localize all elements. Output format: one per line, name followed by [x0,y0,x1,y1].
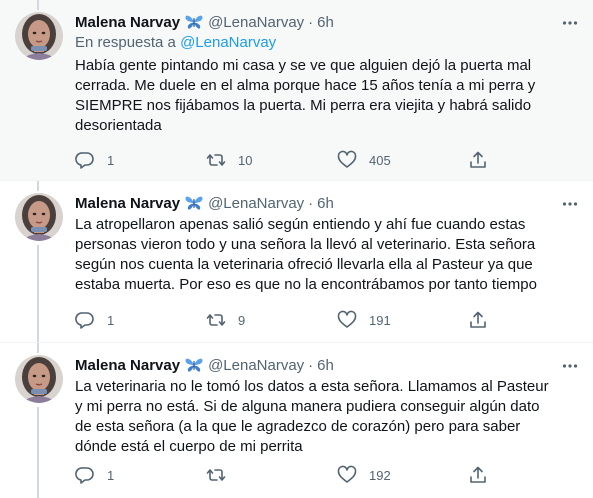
share-button[interactable] [468,310,488,330]
thread-line-top [37,181,39,191]
separator-dot: · [308,356,314,374]
author-name[interactable]: Malena Narvay [75,357,180,374]
timestamp[interactable]: 6h [317,195,334,212]
share-button[interactable] [468,465,488,485]
retweet-icon [206,310,226,330]
author-handle[interactable]: @LenaNarvay [208,14,304,31]
reply-count: 1 [107,312,115,328]
reply-prefix: En respuesta a [75,34,176,51]
action-bar: 1 10 405 [75,150,488,170]
like-count: 191 [369,312,391,328]
reply-button[interactable]: 1 [75,310,206,330]
author-name[interactable]: Malena Narvay [75,14,180,31]
more-options-icon[interactable] [561,357,579,375]
retweet-icon [206,465,226,485]
action-bar: 1 192 [75,465,488,485]
reply-context: En respuesta a @LenaNarvay [75,34,579,54]
like-button[interactable]: 191 [337,310,468,330]
share-icon [468,465,488,485]
reply-icon [75,310,95,330]
share-icon [468,310,488,330]
avatar[interactable] [15,12,63,60]
reply-button[interactable]: 1 [75,465,206,485]
timestamp[interactable]: 6h [317,357,334,374]
more-options-icon[interactable] [561,14,579,32]
avatar[interactable] [15,193,63,241]
thread-line-top [37,343,39,353]
thread-line-bottom [37,245,39,343]
author-handle[interactable]: @LenaNarvay [208,195,304,212]
more-options-icon[interactable] [561,195,579,213]
tweet[interactable]: Malena Narvay @LenaNarvay · 6h En respue… [0,0,593,180]
retweet-button[interactable]: 10 [206,150,337,170]
separator-dot: · [308,13,314,31]
like-button[interactable]: 405 [337,150,468,170]
author-name[interactable]: Malena Narvay [75,195,180,212]
tweet-text: La veterinaria no le tomó los datos a es… [75,378,549,455]
butterfly-emoji-icon [184,356,204,374]
butterfly-emoji-icon [184,13,204,31]
retweet-button[interactable]: 9 [206,310,337,330]
thread-line-bottom [37,407,39,498]
timestamp[interactable]: 6h [317,14,334,31]
like-button[interactable]: 192 [337,465,468,485]
butterfly-emoji-icon [184,194,204,212]
tweet-text: La atropellaron apenas salió según entie… [75,216,537,293]
reply-mention-link[interactable]: @LenaNarvay [180,34,276,51]
retweet-icon [206,150,226,170]
share-icon [468,150,488,170]
like-count: 192 [369,467,391,483]
avatar[interactable] [15,355,63,403]
retweet-count: 9 [238,312,246,328]
retweet-count: 10 [238,152,253,168]
tweet-text: Había gente pintando mi casa y se ve que… [75,57,536,134]
reply-icon [75,465,95,485]
reply-button[interactable]: 1 [75,150,206,170]
reply-count: 1 [107,467,115,483]
separator-dot: · [308,194,314,212]
retweet-button[interactable] [206,465,337,485]
like-count: 405 [369,152,391,168]
tweet[interactable]: Malena Narvay @LenaNarvay · 6h La atrope… [0,180,593,343]
tweet[interactable]: Malena Narvay @LenaNarvay · 6h La veteri… [0,342,593,498]
share-button[interactable] [468,150,488,170]
author-handle[interactable]: @LenaNarvay [208,357,304,374]
like-icon [337,150,357,170]
like-icon [337,310,357,330]
like-icon [337,465,357,485]
action-bar: 1 9 191 [75,310,488,330]
reply-count: 1 [107,152,115,168]
reply-icon [75,150,95,170]
thread-line-top [37,0,39,10]
